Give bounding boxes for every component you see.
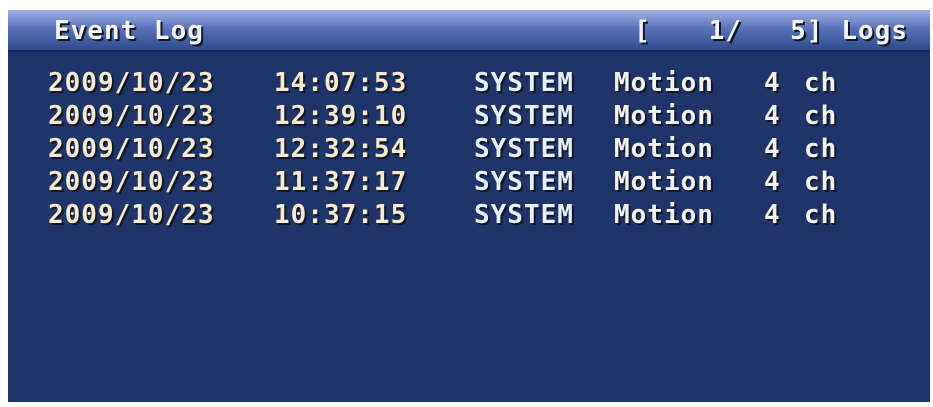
log-time: 10:37:15 [274,200,408,230]
log-source: SYSTEM [474,134,574,164]
log-source: SYSTEM [474,101,574,131]
log-channel: 4 [764,68,781,98]
counter-slash: / [725,16,743,46]
log-channel-unit: ch [804,101,838,131]
log-row[interactable]: 2009/10/23 11:37:17 SYSTEM Motion 4 ch [48,166,908,199]
log-time: 14:07:53 [274,68,408,98]
log-time: 12:39:10 [274,101,408,131]
log-event: Motion [614,68,714,98]
log-row[interactable]: 2009/10/23 12:39:10 SYSTEM Motion 4 ch [48,100,908,133]
log-date: 2009/10/23 [48,101,215,131]
log-time: 11:37:17 [274,167,408,197]
log-row[interactable]: 2009/10/23 10:37:15 SYSTEM Motion 4 ch [48,199,908,232]
log-event: Motion [614,200,714,230]
log-date: 2009/10/23 [48,200,215,230]
log-date: 2009/10/23 [48,134,215,164]
counter-open-bracket: [ [634,16,651,46]
log-channel: 4 [764,134,781,164]
log-channel: 4 [764,167,781,197]
log-source: SYSTEM [474,200,574,230]
counter-unit: Logs [841,16,908,46]
log-source: SYSTEM [474,167,574,197]
counter-current-page: 1 [708,16,726,46]
log-counter: [ 1 / 5 ] Logs [634,16,908,46]
counter-total-pages: 5 [790,16,807,46]
log-channel: 4 [764,200,781,230]
log-event: Motion [614,167,714,197]
log-row[interactable]: 2009/10/23 14:07:53 SYSTEM Motion 4 ch [48,67,908,100]
page-title: Event Log [54,16,204,46]
log-time: 12:32:54 [274,134,408,164]
log-date: 2009/10/23 [48,167,215,197]
log-source: SYSTEM [474,68,574,98]
event-log-screen: Event Log [ 1 / 5 ] Logs 2009/10/23 14:0… [8,10,930,402]
log-date: 2009/10/23 [48,68,215,98]
log-event: Motion [614,101,714,131]
log-event: Motion [614,134,714,164]
log-channel-unit: ch [804,134,838,164]
title-bar: Event Log [ 1 / 5 ] Logs [8,10,930,52]
counter-close-bracket: ] [806,16,824,46]
log-channel-unit: ch [804,68,838,98]
log-channel-unit: ch [804,200,838,230]
log-channel: 4 [764,101,781,131]
log-channel-unit: ch [804,167,838,197]
log-list: 2009/10/23 14:07:53 SYSTEM Motion 4 ch 2… [48,67,908,232]
log-row[interactable]: 2009/10/23 12:32:54 SYSTEM Motion 4 ch [48,133,908,166]
